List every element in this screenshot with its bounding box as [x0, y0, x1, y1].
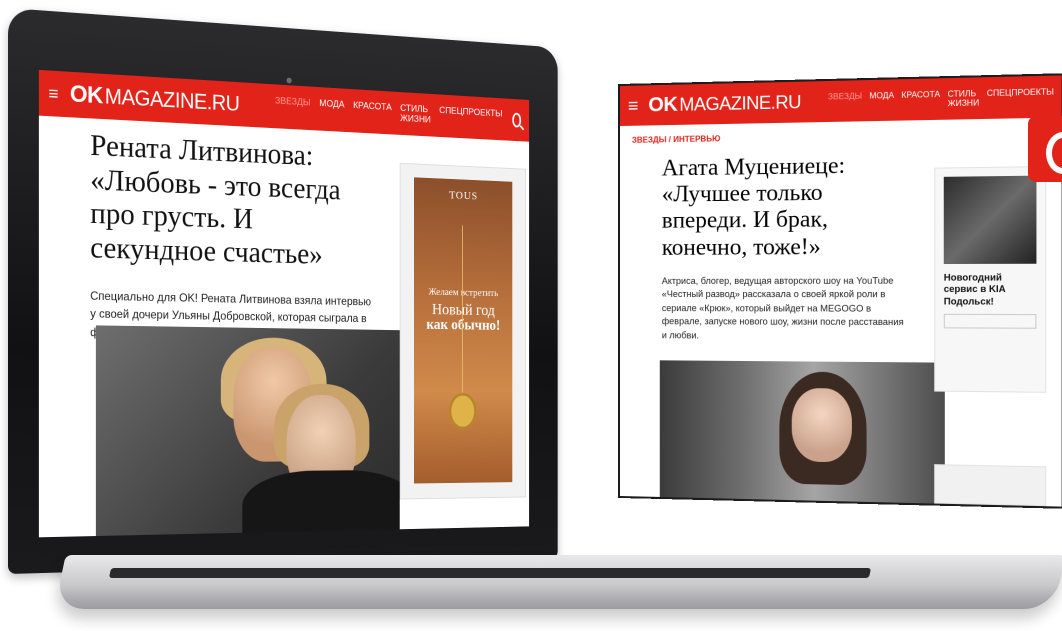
- tablet-site-header: ≡ OK MAGAZINE.RU ЗВЕЗДЫ МОДА КРАСОТА СТИ…: [620, 75, 1062, 126]
- article-photo: [659, 360, 945, 504]
- ad-chain-icon: [461, 225, 463, 393]
- tablet-article: Агата Муцениеце: «Лучшее только впереди.…: [634, 143, 911, 344]
- breadcrumb[interactable]: ЗВЕЗДЫ / ИНТЕРВЬЮ: [632, 128, 1062, 145]
- promo-button[interactable]: [943, 313, 1037, 329]
- site-logo[interactable]: OK MAGAZINE.RU: [70, 81, 240, 118]
- nav-item-lifestyle[interactable]: СТИЛЬ ЖИЗНИ: [400, 103, 431, 125]
- photo-face: [791, 387, 852, 463]
- laptop-screen: ≡ OK MAGAZINE.RU ЗВЕЗДЫ МОДА КРАСОТА СТИ…: [38, 69, 530, 538]
- laptop-base: [54, 555, 1062, 609]
- pendant-icon: [448, 392, 477, 430]
- scene: ≡ OK MAGAZINE.RU ЗВЕЗДЫ МОДА КРАСОТА СТИ…: [0, 0, 1062, 631]
- logo-magazine: MAGAZINE.RU: [104, 83, 240, 116]
- logo-ok: OK: [69, 80, 103, 110]
- main-nav: ЗВЕЗДЫ МОДА КРАСОТА СТИЛЬ ЖИЗНИ СПЕЦПРОЕ…: [275, 96, 502, 130]
- nav-item-stars[interactable]: ЗВЕЗДЫ: [828, 92, 862, 111]
- nav-item-fashion[interactable]: МОДА: [869, 91, 894, 110]
- menu-icon[interactable]: ≡: [48, 83, 58, 103]
- article-title: Рената Литвинова: «Любовь - это всегда п…: [90, 127, 341, 271]
- nav-item-specials[interactable]: СПЕЦПРОЕКТЫ: [987, 87, 1054, 107]
- main-nav: ЗВЕЗДЫ МОДА КРАСОТА СТИЛЬ ЖИЗНИ СПЕЦПРОЕ…: [828, 87, 1054, 111]
- menu-icon[interactable]: ≡: [628, 96, 638, 116]
- search-icon[interactable]: [512, 112, 522, 128]
- side-promo[interactable]: Новогодний сервис в KIA Подольск!: [934, 166, 1047, 393]
- ad-line-1: Желаем встретить: [428, 286, 499, 299]
- promo-photo: [943, 175, 1037, 265]
- nav-item-lifestyle[interactable]: СТИЛЬ ЖИЗНИ: [948, 89, 980, 108]
- ad-brand: TOUS: [449, 188, 478, 203]
- ad-panel: TOUS Желаем встретить Новый год как обыч…: [399, 162, 526, 500]
- nav-item-stars[interactable]: ЗВЕЗДЫ: [275, 96, 311, 119]
- article-lead: Актриса, блогер, ведущая авторского шоу …: [661, 275, 904, 341]
- article-title: Агата Муцениеце: «Лучшее только впереди.…: [661, 152, 846, 260]
- laptop-lid: ≡ OK MAGAZINE.RU ЗВЕЗДЫ МОДА КРАСОТА СТИ…: [8, 8, 558, 574]
- promo-title: Новогодний сервис в KIA Подольск!: [943, 272, 1006, 307]
- logo-ok: OK: [648, 93, 678, 116]
- nav-item-fashion[interactable]: МОДА: [319, 98, 344, 120]
- hero-photo-jacket: [242, 469, 400, 538]
- keyboard: [108, 568, 872, 578]
- hero-photo: [95, 325, 400, 538]
- ad-line-3: как обычно!: [426, 316, 501, 334]
- tablet-screen: ≡ OK MAGAZINE.RU ЗВЕЗДЫ МОДА КРАСОТА СТИ…: [620, 75, 1062, 507]
- laptop-article: Рената Литвинова: «Любовь - это всегда п…: [90, 127, 376, 345]
- tous-ad[interactable]: TOUS Желаем встретить Новый год как обыч…: [413, 177, 513, 484]
- nav-item-beauty[interactable]: КРАСОТА: [353, 100, 392, 123]
- webcam-icon: [286, 77, 292, 84]
- logo-magazine: MAGAZINE.RU: [679, 91, 802, 115]
- nav-item-specials[interactable]: СПЕЦПРОЕКТЫ: [439, 106, 502, 130]
- site-logo[interactable]: OK MAGAZINE.RU: [648, 90, 801, 117]
- side-ad[interactable]: [934, 464, 1047, 507]
- nav-item-beauty[interactable]: КРАСОТА: [901, 90, 940, 109]
